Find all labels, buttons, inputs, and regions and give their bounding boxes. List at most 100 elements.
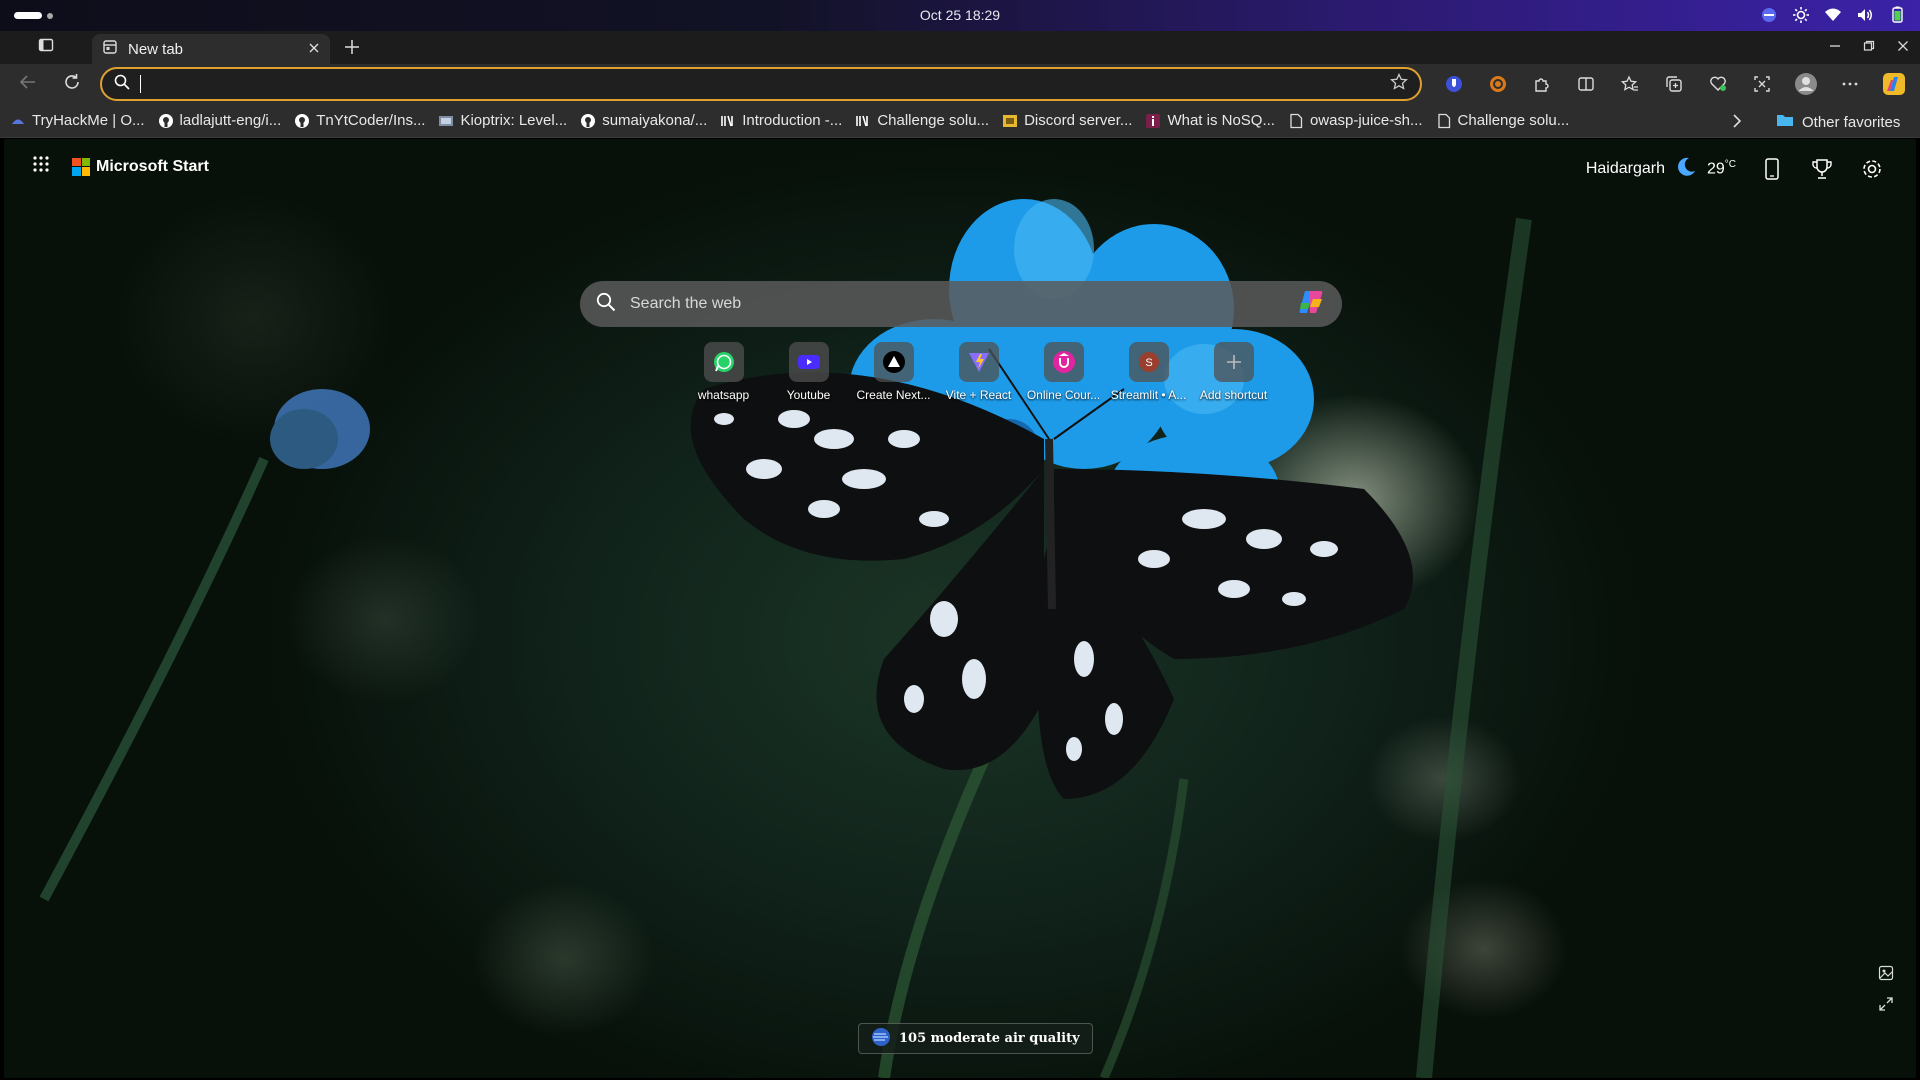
more-menu-icon[interactable]	[1828, 66, 1872, 102]
system-tray[interactable]	[1760, 6, 1906, 24]
bookmark-item[interactable]: Kioptrix: Level...	[438, 112, 567, 129]
bookmark-item[interactable]: Challenge solu...	[1436, 112, 1570, 129]
web-search-box[interactable]	[580, 281, 1342, 327]
split-screen-icon[interactable]	[1564, 66, 1608, 102]
shortcut-online-courses[interactable]: Online Cour...	[1021, 342, 1106, 402]
bookmark-item[interactable]: Introduction -...	[720, 112, 842, 129]
bookmark-label: owasp-juice-sh...	[1309, 112, 1423, 129]
extensions-puzzle-icon[interactable]	[1520, 66, 1564, 102]
address-bar[interactable]	[100, 67, 1422, 101]
shortcut-label: whatsapp	[697, 388, 750, 402]
bookmark-item[interactable]: TnYtCoder/Ins...	[294, 112, 425, 129]
mdn-icon	[855, 113, 871, 129]
collections-icon[interactable]	[1652, 66, 1696, 102]
bookmark-label: sumaiyakona/...	[602, 112, 708, 129]
volume-icon[interactable]	[1856, 6, 1874, 24]
shortcut-label: Online Cour...	[1026, 388, 1101, 402]
profile-avatar-icon[interactable]	[1784, 66, 1828, 102]
plus-icon	[1213, 342, 1254, 382]
air-quality-icon	[871, 1027, 891, 1051]
bookmark-item[interactable]: Discord server...	[1002, 112, 1132, 129]
moon-weather-icon[interactable]	[1675, 156, 1697, 183]
os-clock[interactable]: Oct 25 18:29	[0, 7, 1920, 23]
shortcut-label: Vite + React	[945, 388, 1012, 402]
minimize-icon[interactable]	[1826, 37, 1844, 55]
bookmark-item[interactable]: owasp-juice-sh...	[1288, 112, 1423, 129]
new-tab-button[interactable]	[336, 34, 368, 64]
shortcut-label: Streamlit • A...	[1110, 388, 1187, 402]
tryhackme-icon	[10, 113, 26, 129]
ublock-extension-icon[interactable]	[1476, 66, 1520, 102]
tab-actions-button[interactable]	[0, 31, 92, 64]
microsoft-logo-icon	[72, 157, 90, 176]
expand-icon[interactable]	[1876, 994, 1896, 1014]
browser-toolbar	[0, 64, 1920, 104]
shortcut-vite-react[interactable]: Vite + React	[936, 342, 1021, 402]
bookmark-item[interactable]: What is NoSQ...	[1145, 112, 1275, 129]
folder-icon	[1776, 112, 1794, 132]
bookmark-label: Kioptrix: Level...	[460, 112, 568, 129]
tab-new-tab[interactable]: New tab	[92, 34, 330, 64]
bookmark-label: Challenge solu...	[1457, 112, 1570, 129]
tab-actions-icon	[38, 37, 54, 58]
favorites-icon[interactable]	[1608, 66, 1652, 102]
page-icon	[1288, 113, 1304, 129]
shortcut-youtube[interactable]: Youtube	[766, 342, 851, 402]
github-icon	[294, 113, 310, 129]
microsoft-start-brand[interactable]: Microsoft Start	[72, 157, 209, 176]
search-icon	[114, 74, 130, 95]
close-tab-icon[interactable]	[308, 41, 320, 58]
close-window-icon[interactable]	[1894, 37, 1912, 55]
restore-icon[interactable]	[1860, 37, 1878, 55]
add-shortcut-button[interactable]: Add shortcut	[1191, 342, 1276, 402]
brightness-icon[interactable]	[1792, 6, 1810, 24]
browser-essentials-icon[interactable]	[1696, 66, 1740, 102]
temperature[interactable]: 29°C	[1707, 159, 1736, 178]
ms-start-header: Microsoft Start	[32, 155, 209, 178]
new-tab-page-icon	[102, 39, 118, 59]
github-icon	[580, 113, 596, 129]
vulnhub-icon	[438, 113, 454, 129]
weather-location[interactable]: Haidargarh	[1586, 160, 1665, 178]
address-input[interactable]	[140, 75, 1390, 93]
copilot-icon[interactable]	[1872, 66, 1916, 102]
bookmark-item[interactable]: TryHackMe | O...	[10, 112, 145, 129]
battery-icon[interactable]	[1888, 6, 1906, 24]
back-arrow-icon	[19, 73, 37, 96]
quick-links: whatsapp Youtube Create Next... Vite + R…	[681, 342, 1276, 402]
shortcut-create-next[interactable]: Create Next...	[851, 342, 936, 402]
vite-icon	[958, 342, 999, 382]
bookmark-item[interactable]: sumaiyakona/...	[580, 112, 707, 129]
status-circle-icon[interactable]	[1760, 6, 1778, 24]
favorite-star-icon[interactable]	[1390, 72, 1408, 96]
reload-button[interactable]	[54, 66, 90, 102]
rewards-trophy-icon[interactable]	[1808, 155, 1836, 183]
air-quality-text: 105 moderate air quality	[899, 1031, 1080, 1046]
more-bookmarks-chevron-icon[interactable]	[1730, 113, 1744, 133]
air-quality-badge[interactable]: 105 moderate air quality	[858, 1023, 1093, 1054]
streamlit-icon: S	[1128, 342, 1169, 382]
other-favorites-label: Other favorites	[1802, 113, 1901, 131]
screenshot-icon[interactable]	[1740, 66, 1784, 102]
copilot-icon[interactable]	[1296, 287, 1326, 322]
window-controls	[1826, 37, 1912, 55]
bookmark-item[interactable]: ladlajutt-eng/i...	[158, 112, 281, 129]
favorites-bar: TryHackMe | O... ladlajutt-eng/i... TnYt…	[0, 104, 1920, 138]
shortcut-whatsapp[interactable]: whatsapp	[681, 342, 766, 402]
app-launcher-icon[interactable]	[32, 155, 50, 178]
other-favorites-folder[interactable]: Other favorites	[1776, 112, 1900, 132]
reload-icon	[63, 73, 81, 96]
bookmark-item[interactable]: Challenge solu...	[855, 112, 989, 129]
wifi-icon[interactable]	[1824, 6, 1842, 24]
shortcut-streamlit[interactable]: S Streamlit • A...	[1106, 342, 1191, 402]
udemy-icon	[1043, 342, 1084, 382]
search-input[interactable]	[630, 295, 1296, 313]
bitwarden-extension-icon[interactable]	[1432, 66, 1476, 102]
shortcut-label: Add shortcut	[1199, 388, 1268, 402]
image-info-icon[interactable]	[1876, 963, 1896, 983]
back-button[interactable]	[10, 66, 46, 102]
settings-gear-icon[interactable]	[1858, 155, 1886, 183]
svg-text:S: S	[1145, 357, 1152, 369]
phone-icon[interactable]	[1758, 155, 1786, 183]
os-top-bar: Oct 25 18:29	[0, 0, 1920, 31]
